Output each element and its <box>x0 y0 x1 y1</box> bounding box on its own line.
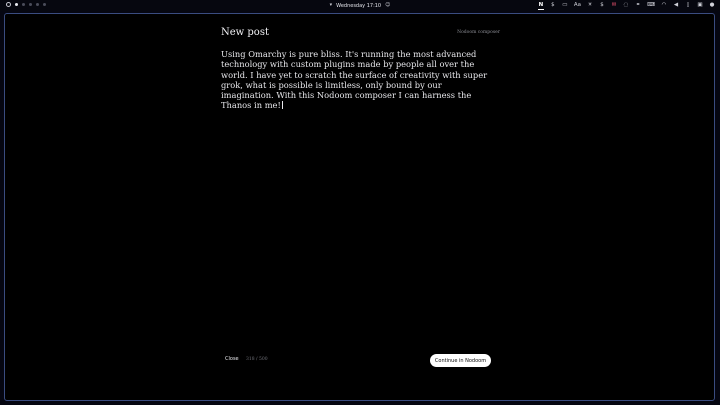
post-body-text: Using Omarchy is pure bliss. It's runnin… <box>221 49 488 111</box>
wifi-icon[interactable]: ◠ <box>661 1 667 10</box>
close-button[interactable]: Close <box>225 356 239 362</box>
continue-in-nodoom-button[interactable]: Continue in Nodoom <box>430 354 491 367</box>
screen-record-icon[interactable]: ▭ <box>562 1 568 10</box>
text-cursor <box>281 101 283 110</box>
page-title: New post <box>221 27 269 38</box>
dollar-app-icon[interactable]: $ <box>550 1 556 10</box>
nodoom-app-icon[interactable]: N <box>537 1 544 10</box>
character-count: 318 / 500 <box>246 356 268 362</box>
keyboard-icon[interactable]: ⌨ <box>647 1 655 10</box>
clock[interactable]: Wednesday 17:10 <box>336 3 381 9</box>
post-body-textarea[interactable]: Using Omarchy is pure bliss. It's runnin… <box>221 49 493 111</box>
brightness-icon[interactable]: ☀ <box>587 1 593 10</box>
chat-icon[interactable]: ◌ <box>623 1 629 10</box>
composer-label: Nodoom composer <box>457 30 500 35</box>
money-icon[interactable]: $ <box>599 1 605 10</box>
battery-icon[interactable]: ▯ <box>685 1 691 10</box>
link-icon[interactable]: ⚭ <box>635 1 641 10</box>
update-icon[interactable]: ▾ <box>330 2 333 9</box>
idle-icon[interactable]: ☺ <box>385 2 390 9</box>
volume-icon[interactable]: ◀ <box>673 1 679 10</box>
mail-icon[interactable]: ✉ <box>611 1 617 10</box>
desktop: ▾ Wednesday 17:10 ☺ N $ ▭ Aa ☀ $ ✉ ◌ ⚭ ⌨ ◠ ◀ ▯ ▣ ● New… <box>0 0 720 405</box>
notification-icon[interactable]: ● <box>709 1 715 10</box>
display-icon[interactable]: ▣ <box>697 1 703 10</box>
top-bar: ▾ Wednesday 17:10 ☺ N $ ▭ Aa ☀ $ ✉ ◌ ⚭ ⌨ ◠ ◀ ▯ ▣ ● <box>0 0 720 11</box>
system-tray: N $ ▭ Aa ☀ $ ✉ ◌ ⚭ ⌨ ◠ ◀ ▯ ▣ ● <box>537 1 715 10</box>
font-icon[interactable]: Aa <box>574 1 581 10</box>
